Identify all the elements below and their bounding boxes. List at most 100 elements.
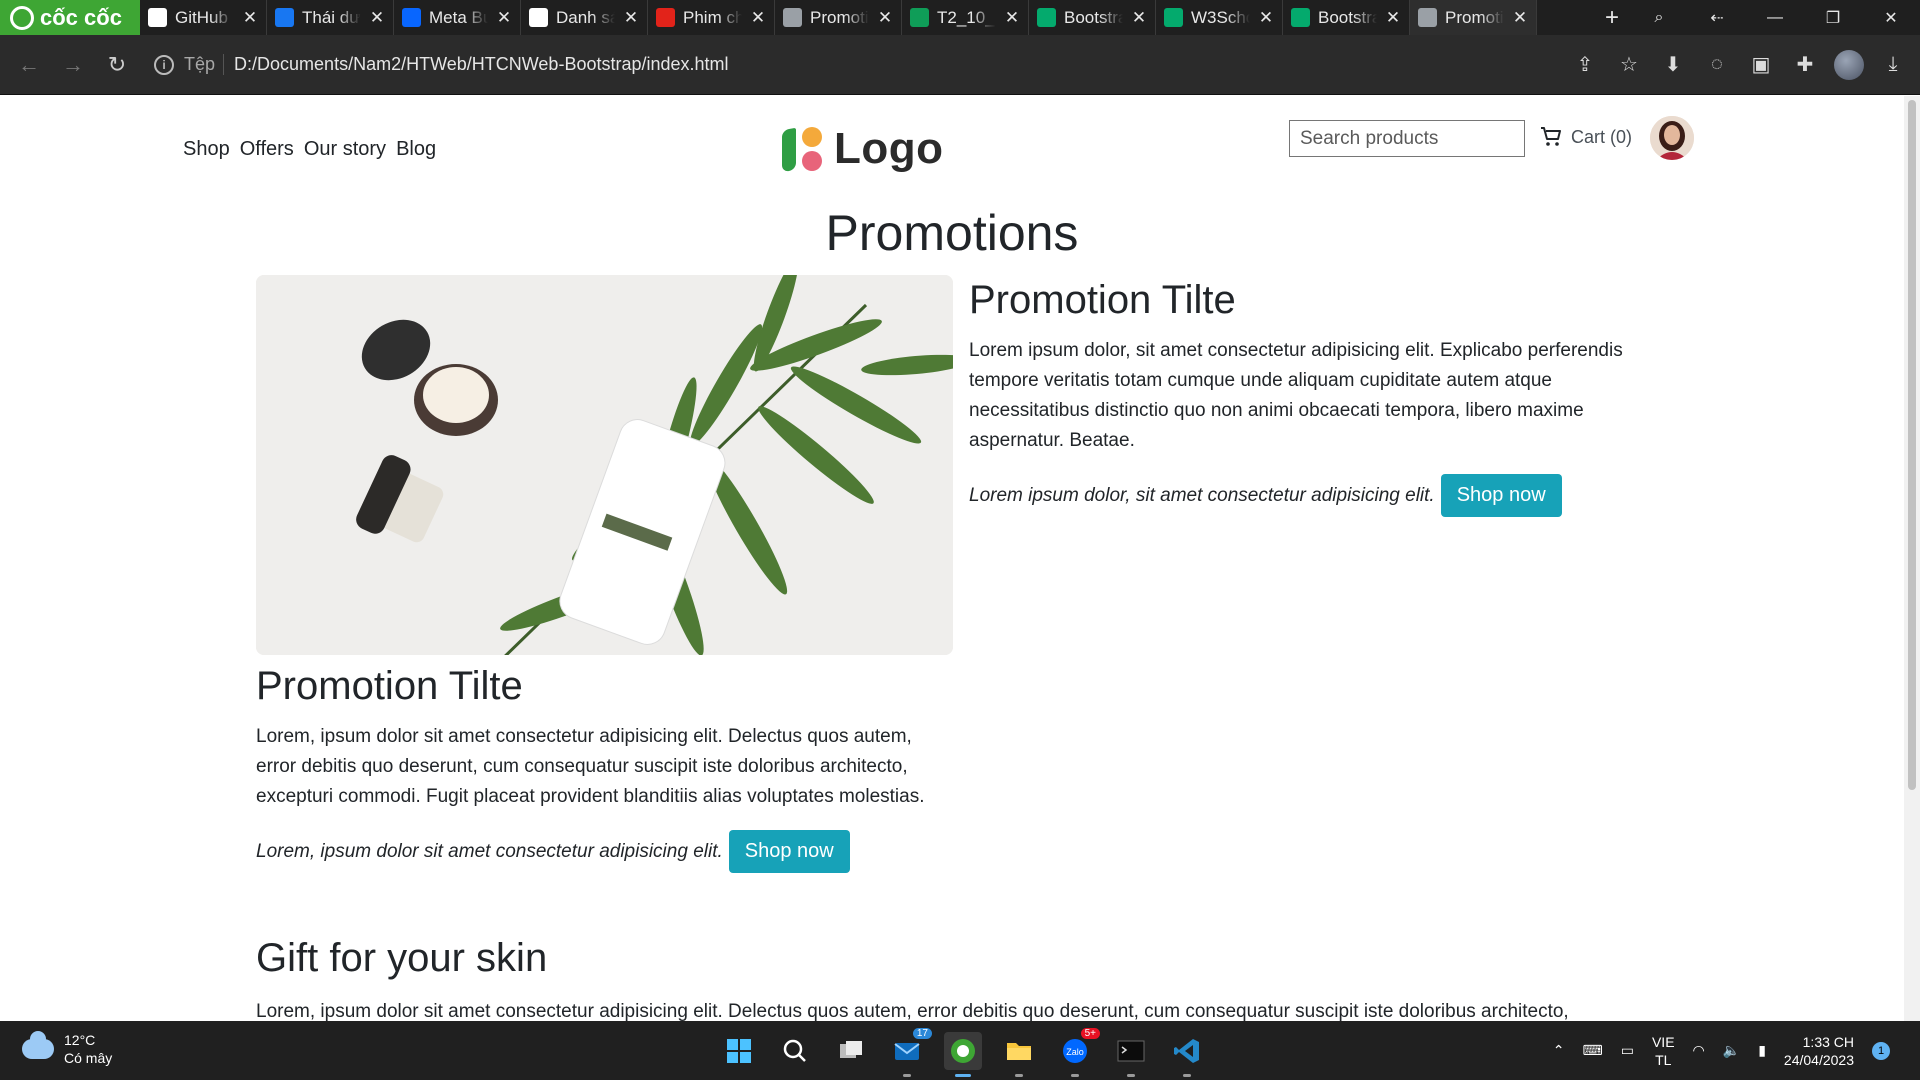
- promotion-1-shop-now-button[interactable]: Shop now: [1440, 474, 1562, 517]
- site-info-icon[interactable]: i: [154, 54, 174, 75]
- share-icon[interactable]: ⇪: [1570, 50, 1600, 80]
- close-tab-icon[interactable]: ✕: [369, 8, 385, 28]
- touchpad-icon[interactable]: ▭: [1621, 1042, 1634, 1059]
- meta-icon: [402, 8, 421, 27]
- reload-button[interactable]: ↻: [100, 48, 134, 82]
- tab-title: Bootstrap: [1064, 7, 1123, 27]
- page-scrollbar[interactable]: [1904, 96, 1920, 1021]
- promotion-2-shop-now-button[interactable]: Shop now: [728, 830, 850, 873]
- zalo-icon[interactable]: Zalo 5+: [1056, 1027, 1100, 1077]
- coccoc-menu-button[interactable]: cốc cốc: [0, 0, 140, 35]
- mail-icon[interactable]: 17: [888, 1027, 932, 1077]
- weather-widget[interactable]: 12°C Có mây: [22, 1031, 112, 1067]
- back-button[interactable]: ←: [12, 48, 46, 82]
- browser-tab[interactable]: W3Schools ✕: [1156, 0, 1283, 35]
- browser-tab[interactable]: GitHub ✕: [140, 0, 267, 35]
- github-icon: [148, 8, 167, 27]
- browser-tab[interactable]: Danh sách ✕: [521, 0, 648, 35]
- file-explorer-icon[interactable]: [1000, 1032, 1038, 1077]
- keyboard-icon[interactable]: ⌨: [1583, 1042, 1603, 1059]
- logo-text: Logo: [834, 124, 944, 173]
- promotion-1-tagline: Lorem ipsum dolor, sit amet consectetur …: [969, 484, 1435, 506]
- vscode-icon[interactable]: [1168, 1032, 1206, 1077]
- close-tab-icon[interactable]: ✕: [750, 8, 766, 28]
- clock[interactable]: 1:33 CH 24/04/2023: [1784, 1033, 1854, 1069]
- browser-tab[interactable]: Phim chiếu ✕: [648, 0, 775, 35]
- clock-time: 1:33 CH: [1802, 1033, 1854, 1050]
- running-indicator: [903, 1073, 911, 1077]
- tab-title: Promotions: [810, 7, 869, 27]
- promotion-card-1: Promotion Tilte Lorem ipsum dolor, sit a…: [969, 276, 1649, 517]
- nav-our-story-link[interactable]: Our story: [304, 138, 386, 161]
- task-view-icon[interactable]: [832, 1032, 870, 1070]
- wifi-icon[interactable]: ◠: [1693, 1042, 1705, 1059]
- close-tab-icon[interactable]: ✕: [496, 8, 512, 28]
- downloads-icon[interactable]: ⤓: [1878, 50, 1908, 80]
- close-tab-icon[interactable]: ✕: [1385, 8, 1401, 28]
- new-tab-button[interactable]: +: [1594, 0, 1630, 35]
- nav-shop-link[interactable]: Shop: [183, 138, 230, 161]
- logo-mark-icon: [780, 125, 826, 173]
- tab-title: Bootstrap: [1318, 7, 1377, 27]
- browser-tab[interactable]: Meta Business ✕: [394, 0, 521, 35]
- coccoc-browser-icon[interactable]: [944, 1031, 982, 1077]
- search-input[interactable]: [1289, 120, 1525, 157]
- close-tab-icon[interactable]: ✕: [877, 8, 893, 28]
- nav-blog-link[interactable]: Blog: [396, 138, 436, 161]
- system-tray: ⌃ ⌨ ▭ VIE TL ◠ 🔈 ▮ 1:33 CH 24/04/2023 1: [1553, 1021, 1890, 1080]
- scrollbar-thumb[interactable]: [1908, 100, 1916, 790]
- back-history-icon[interactable]: ⇠: [1688, 8, 1746, 28]
- volume-icon[interactable]: 🔈: [1723, 1042, 1740, 1059]
- minimize-button[interactable]: —: [1746, 9, 1804, 27]
- browser-tab[interactable]: Thái dương ✕: [267, 0, 394, 35]
- browser-tab[interactable]: Bootstrap ✕: [1029, 0, 1156, 35]
- running-indicator: [1127, 1073, 1135, 1077]
- browser-tab[interactable]: Promotions ✕: [1410, 0, 1537, 35]
- close-window-button[interactable]: ✕: [1862, 8, 1920, 28]
- sync-icon[interactable]: ◌: [1702, 50, 1732, 80]
- profile-avatar[interactable]: [1834, 49, 1864, 80]
- close-tab-icon[interactable]: ✕: [1512, 8, 1528, 28]
- running-indicator: [1071, 1073, 1079, 1077]
- browser-tab[interactable]: T2_10_ ✕: [902, 0, 1029, 35]
- browser-toolbar: ← → ↻ i Tệp D:/Documents/Nam2/HTWeb/HTCN…: [0, 35, 1920, 95]
- user-portrait-image: [1650, 116, 1694, 160]
- browser-tab[interactable]: Promotions ✕: [775, 0, 902, 35]
- battery-icon[interactable]: ▮: [1758, 1042, 1766, 1059]
- extensions-icon[interactable]: ✚: [1790, 50, 1820, 80]
- cart-link[interactable]: Cart (0): [1539, 125, 1632, 149]
- promo-product-image: [256, 275, 953, 655]
- user-avatar[interactable]: [1650, 116, 1694, 160]
- maximize-button[interactable]: ❐: [1804, 8, 1862, 28]
- show-hidden-icons-icon[interactable]: ⌃: [1553, 1042, 1565, 1059]
- close-tab-icon[interactable]: ✕: [1004, 8, 1020, 28]
- close-tab-icon[interactable]: ✕: [623, 8, 639, 28]
- app-badge: 5+: [1080, 1027, 1100, 1039]
- input-language[interactable]: VIE TL: [1652, 1033, 1675, 1069]
- browser-tab[interactable]: Bootstrap ✕: [1283, 0, 1410, 35]
- search-icon[interactable]: [776, 1032, 814, 1070]
- windows-start-icon[interactable]: [720, 1032, 758, 1070]
- tab-title: Promotions: [1445, 7, 1504, 27]
- close-tab-icon[interactable]: ✕: [1258, 8, 1274, 28]
- browser-tab-strip: cốc cốc GitHub ✕ Thái dương ✕ Meta Business ✕…: [0, 0, 1920, 35]
- temperature: 12°C: [64, 1032, 96, 1048]
- running-indicator: [1183, 1073, 1191, 1077]
- promotion-2-cta: Lorem, ipsum dolor sit amet consectetur …: [256, 830, 953, 873]
- promotion-1-cta: Lorem ipsum dolor, sit amet consectetur …: [969, 474, 1649, 517]
- window-controls: ⌕ ⇠ — ❐ ✕: [1630, 0, 1920, 35]
- tab-search-icon[interactable]: ⌕: [1630, 9, 1688, 27]
- terminal-icon[interactable]: [1112, 1032, 1150, 1077]
- nav-offers-link[interactable]: Offers: [240, 138, 294, 161]
- close-tab-icon[interactable]: ✕: [1131, 8, 1147, 28]
- adblock-off-icon[interactable]: ▣: [1746, 50, 1776, 80]
- address-bar[interactable]: i Tệp D:/Documents/Nam2/HTWeb/HTCNWeb-Bo…: [144, 41, 1560, 88]
- bookmark-star-icon[interactable]: ☆: [1614, 50, 1644, 80]
- save-page-icon[interactable]: ⬇: [1658, 50, 1688, 80]
- close-tab-icon[interactable]: ✕: [242, 8, 258, 28]
- forward-button[interactable]: →: [56, 48, 90, 82]
- site-logo[interactable]: Logo: [780, 124, 944, 174]
- url-text[interactable]: D:/Documents/Nam2/HTWeb/HTCNWeb-Bootstra…: [234, 54, 729, 75]
- scheme-label: Tệp: [184, 54, 225, 75]
- notification-badge[interactable]: 1: [1872, 1041, 1890, 1060]
